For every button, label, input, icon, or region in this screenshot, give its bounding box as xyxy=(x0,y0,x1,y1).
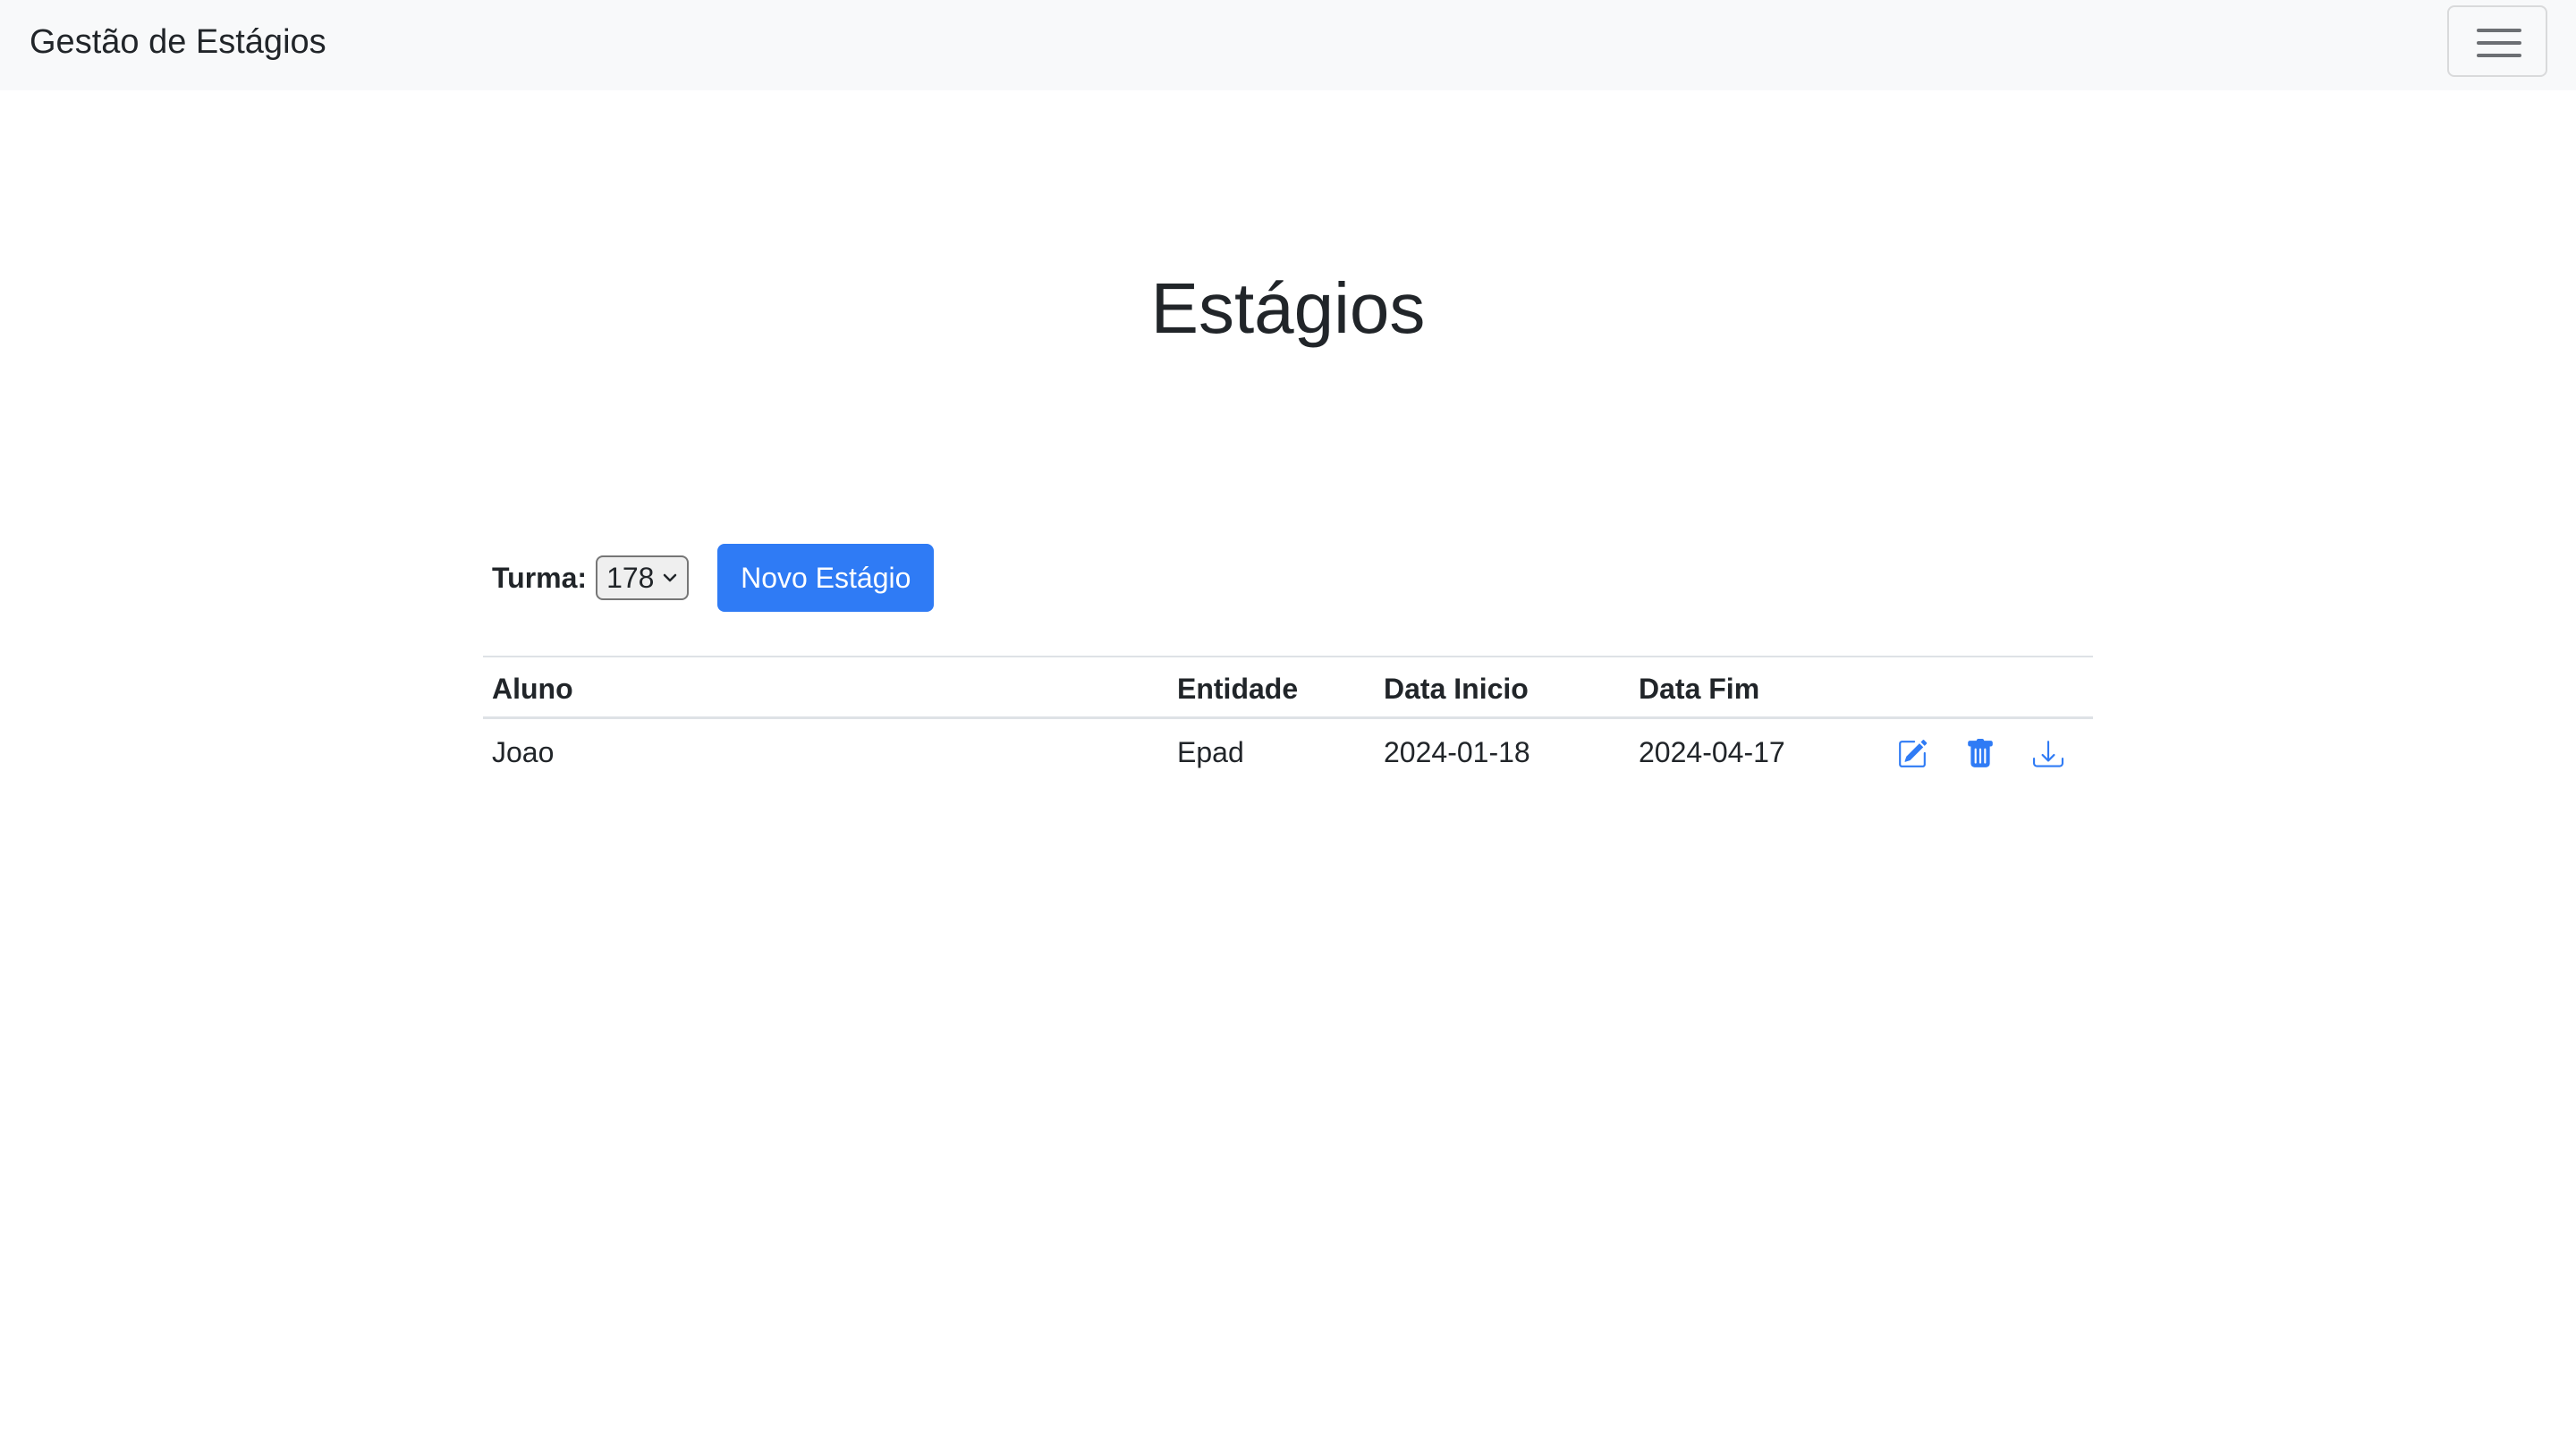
table-header-border xyxy=(483,716,2093,719)
download-button[interactable] xyxy=(2030,736,2066,772)
column-header-data-inicio: Data Inicio xyxy=(1384,673,1529,705)
new-internship-button[interactable]: Novo Estágio xyxy=(717,544,935,612)
cell-data-fim: 2024-04-17 xyxy=(1639,736,1785,768)
turma-select-value: 178 xyxy=(606,562,655,594)
column-header-aluno: Aluno xyxy=(492,673,573,705)
navbar: Gestão de Estágios xyxy=(0,0,2576,90)
table-top-border xyxy=(483,656,2093,657)
navbar-brand[interactable]: Gestão de Estágios xyxy=(30,20,326,64)
column-header-data-fim: Data Fim xyxy=(1639,673,1760,705)
cell-entidade: Epad xyxy=(1177,736,1244,768)
turma-label: Turma: xyxy=(492,562,588,594)
filter-bar: Turma: 178 Novo Estágio xyxy=(492,544,935,612)
download-icon xyxy=(2033,741,2063,767)
delete-button[interactable] xyxy=(1962,736,1998,772)
edit-icon xyxy=(1899,740,1928,767)
chevron-down-icon xyxy=(663,573,677,582)
cell-data-inicio: 2024-01-18 xyxy=(1384,736,1530,768)
column-header-entidade: Entidade xyxy=(1177,673,1299,705)
trash-icon xyxy=(1968,739,1993,767)
page-title: Estágios xyxy=(1150,268,1426,348)
cell-aluno: Joao xyxy=(492,736,555,768)
turma-select[interactable]: 178 xyxy=(596,555,690,600)
menu-toggle-button[interactable] xyxy=(2447,5,2547,77)
edit-button[interactable] xyxy=(1894,736,1930,772)
